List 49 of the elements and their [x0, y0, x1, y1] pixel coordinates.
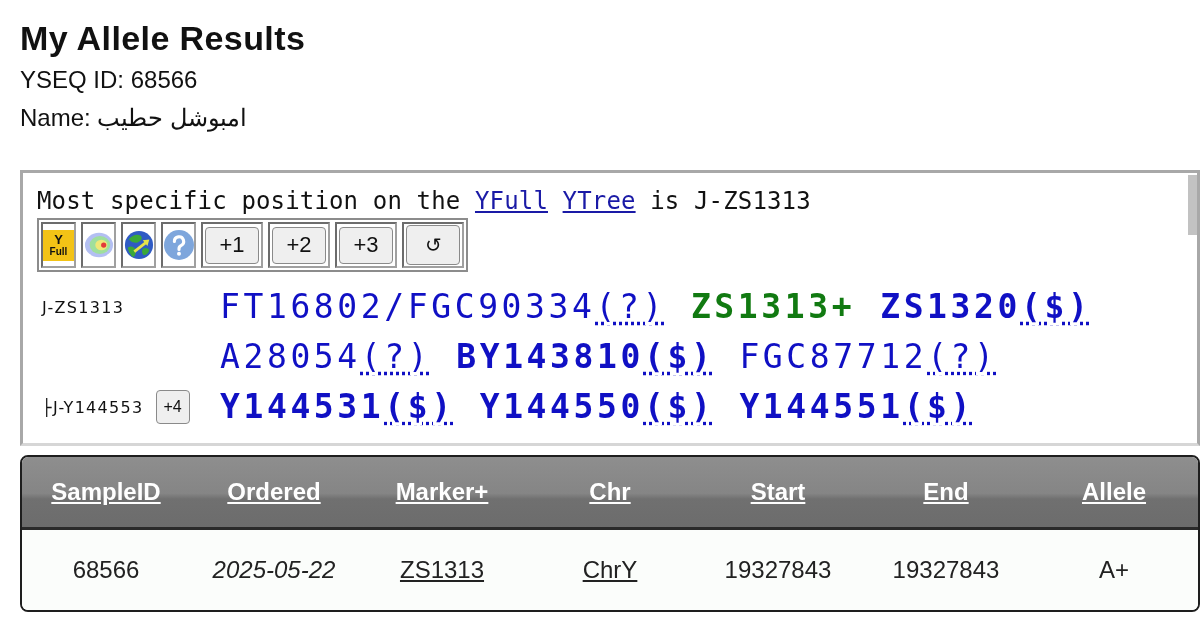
reset-button[interactable]: ↺ [406, 225, 460, 265]
snp-name: ZS1313+ [690, 287, 856, 326]
table-cell: 19327843 [724, 556, 832, 584]
globe-icon[interactable] [123, 230, 154, 260]
snp-name: ZS1320 [880, 287, 1021, 326]
table-link[interactable]: ChrY [582, 556, 638, 584]
scrollbar-thumb[interactable] [1188, 175, 1197, 235]
info-link[interactable]: (?) [595, 287, 666, 326]
branch-label: J-ZS1313 [42, 297, 125, 317]
snp-name: Y144551 [739, 387, 904, 426]
column-header[interactable]: End [923, 478, 969, 506]
table-cell: A+ [1099, 556, 1129, 584]
order-link[interactable]: ($) [1021, 287, 1092, 326]
order-link[interactable]: ($) [643, 337, 715, 376]
position-sentence: Most specific position on the YFull YTree is J-ZS1313 [37, 186, 811, 217]
column-header[interactable]: Start [750, 478, 806, 506]
table-cell: 68566 [72, 556, 140, 584]
column-header[interactable]: Ordered [227, 478, 321, 506]
level-button[interactable]: +1 [205, 226, 259, 264]
snp-name: FT16802/FGC90334 [220, 287, 596, 326]
table-cell: 2025-05-22 [212, 556, 336, 584]
table-cell: 19327843 [892, 556, 1000, 584]
snp-name: FGC87712 [739, 337, 928, 376]
column-header[interactable]: SampleID [51, 478, 161, 506]
logo-button[interactable]: Y Full [43, 229, 74, 261]
snp-name: Y144550 [479, 387, 644, 426]
info-line: Name: امبوشل حطيب [20, 103, 248, 134]
page-title: My Allele Results [20, 18, 306, 59]
column-header[interactable]: Chr [589, 478, 631, 506]
snp-name: Y144531 [220, 387, 385, 426]
help-icon[interactable] [163, 230, 194, 260]
order-link[interactable]: ($) [903, 387, 975, 426]
column-header[interactable]: Allele [1082, 478, 1146, 506]
info-line: YSEQ ID: 68566 [20, 65, 198, 95]
order-link[interactable]: ($) [384, 387, 455, 426]
branch-label: ├J-Y144553 [42, 397, 144, 417]
info-link[interactable]: (?) [927, 337, 998, 376]
snp-name: A28054 [220, 337, 361, 376]
heatmap-icon[interactable] [83, 230, 114, 260]
table-link[interactable]: ZS1313 [399, 556, 485, 584]
info-link[interactable]: (?) [360, 337, 432, 376]
tree-link[interactable]: YTree [562, 187, 636, 215]
snp-name: BY143810 [456, 337, 644, 376]
column-header[interactable]: Marker+ [395, 478, 489, 506]
level-button[interactable]: +3 [339, 226, 393, 264]
expand-button[interactable]: +4 [155, 390, 190, 424]
level-button[interactable]: +2 [272, 226, 326, 264]
tree-link[interactable]: YFull [475, 187, 548, 215]
order-link[interactable]: ($) [643, 387, 715, 426]
